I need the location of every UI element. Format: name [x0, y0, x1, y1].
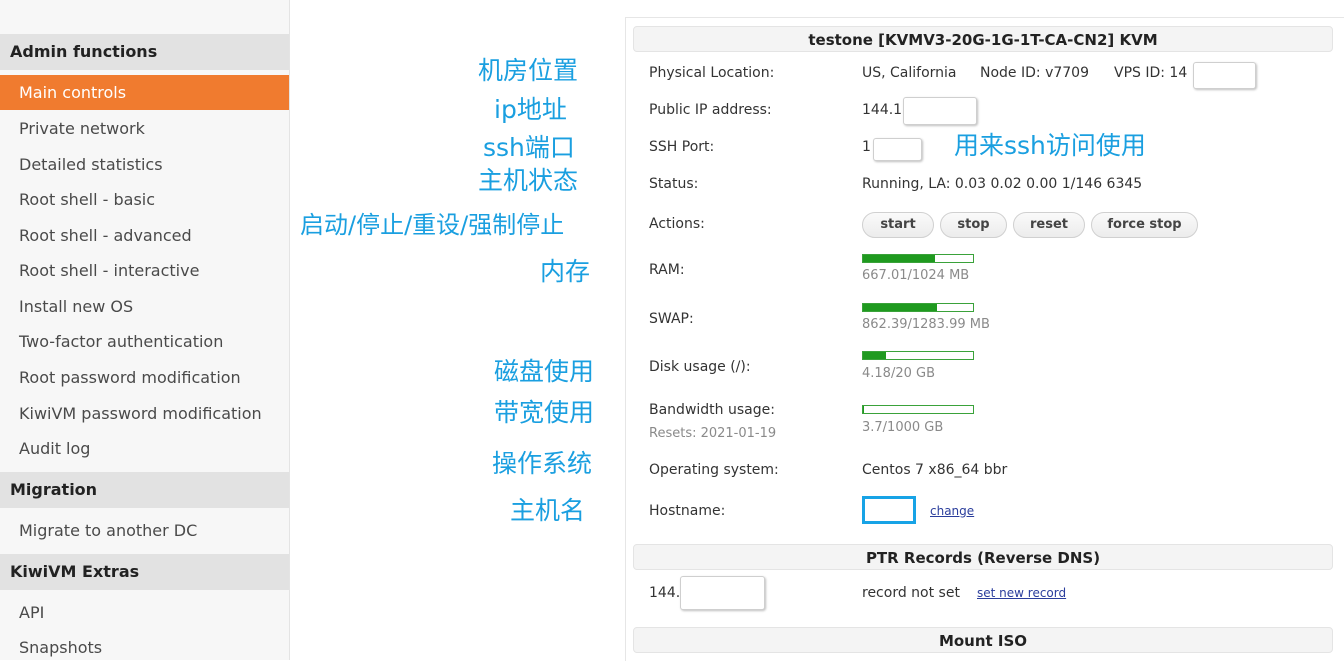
os-value: Centos 7 x86_64 bbr — [862, 462, 1008, 478]
ram-bar — [862, 254, 974, 263]
swap-value: 862.39/1283.99 MB — [862, 317, 990, 332]
sidebar-item-private-network[interactable]: Private network — [0, 111, 289, 146]
sidebar-item-root-password[interactable]: Root password modification — [0, 360, 289, 395]
vps-id-value: VPS ID: 14 — [1114, 65, 1188, 81]
annotation-status: 主机状态 — [478, 166, 579, 195]
status-label: Status: — [649, 176, 699, 192]
status-value: Running, LA: 0.03 0.02 0.00 1/146 6345 — [862, 176, 1143, 192]
os-label: Operating system: — [649, 462, 779, 478]
sidebar-item-install-new-os[interactable]: Install new OS — [0, 289, 289, 324]
start-button[interactable]: start — [862, 212, 934, 238]
sidebar-item-audit-log[interactable]: Audit log — [0, 431, 289, 466]
sidebar-item-api[interactable]: API — [0, 595, 289, 630]
swap-label: SWAP: — [649, 311, 694, 327]
hostname-highlight-box — [862, 496, 916, 524]
annotation-location: 机房位置 — [478, 56, 579, 85]
sidebar-header-admin: Admin functions — [0, 34, 289, 70]
annotation-disk: 磁盘使用 — [494, 357, 595, 386]
server-header: testone [KVMV3-20G-1G-1T-CA-CN2] KVM — [633, 26, 1333, 52]
redaction-box — [903, 97, 977, 125]
sidebar-item-kiwivm-password[interactable]: KiwiVM password modification — [0, 396, 289, 431]
sidebar-item-two-factor-auth[interactable]: Two-factor authentication — [0, 324, 289, 359]
ptr-header: PTR Records (Reverse DNS) — [633, 544, 1333, 570]
ip-label: Public IP address: — [649, 102, 772, 118]
sidebar-item-migrate-dc[interactable]: Migrate to another DC — [0, 513, 289, 548]
actions-label: Actions: — [649, 216, 705, 232]
swap-bar — [862, 303, 974, 312]
annotation-actions: 启动/停止/重设/强制停止 — [300, 211, 565, 239]
sidebar-item-root-shell-basic[interactable]: Root shell - basic — [0, 182, 289, 217]
annotation-hostname: 主机名 — [510, 496, 586, 525]
ram-value: 667.01/1024 MB — [862, 268, 970, 283]
force-stop-button[interactable]: force stop — [1091, 212, 1198, 238]
sidebar-header-extras: KiwiVM Extras — [0, 554, 289, 590]
ptr-status: record not set — [862, 585, 960, 601]
mount-iso-header: Mount ISO — [633, 627, 1333, 653]
hostname-change-link[interactable]: change — [930, 504, 974, 518]
annotation-ram: 内存 — [540, 257, 591, 286]
sidebar-item-root-shell-interactive[interactable]: Root shell - interactive — [0, 253, 289, 288]
disk-value: 4.18/20 GB — [862, 366, 935, 381]
bandwidth-label: Bandwidth usage: — [649, 402, 775, 418]
ptr-ip-value: 144. — [649, 585, 681, 601]
set-new-record-link[interactable]: set new record — [977, 586, 1066, 600]
bandwidth-reset: Resets: 2021-01-19 — [649, 426, 777, 441]
location-value: US, California — [862, 65, 957, 81]
disk-label: Disk usage (/): — [649, 359, 751, 375]
ssh-value: 1 — [862, 139, 871, 155]
hostname-label: Hostname: — [649, 503, 726, 519]
sidebar-item-main-controls[interactable]: Main controls — [0, 75, 289, 110]
redaction-box — [680, 576, 765, 610]
bandwidth-value: 3.7/1000 GB — [862, 420, 944, 435]
sidebar-item-detailed-statistics[interactable]: Detailed statistics — [0, 147, 289, 182]
redaction-box — [873, 138, 922, 161]
stop-button[interactable]: stop — [940, 212, 1007, 238]
sidebar-item-root-shell-advanced[interactable]: Root shell - advanced — [0, 218, 289, 253]
bandwidth-bar — [862, 405, 974, 414]
sidebar: Admin functions Main controls Private ne… — [0, 0, 290, 660]
location-label: Physical Location: — [649, 65, 775, 81]
redaction-box — [1193, 62, 1256, 89]
annotation-os: 操作系统 — [492, 449, 593, 478]
node-id-value: Node ID: v7709 — [980, 65, 1089, 81]
ssh-label: SSH Port: — [649, 139, 715, 155]
reset-button[interactable]: reset — [1013, 212, 1085, 238]
annotation-bandwidth: 带宽使用 — [494, 398, 595, 427]
ram-label: RAM: — [649, 262, 685, 278]
disk-bar — [862, 351, 974, 360]
ip-value: 144.1 — [862, 102, 903, 118]
sidebar-header-migration: Migration — [0, 472, 289, 508]
annotation-ssh-port: ssh端口 — [483, 133, 575, 162]
annotation-ip: ip地址 — [494, 95, 567, 124]
